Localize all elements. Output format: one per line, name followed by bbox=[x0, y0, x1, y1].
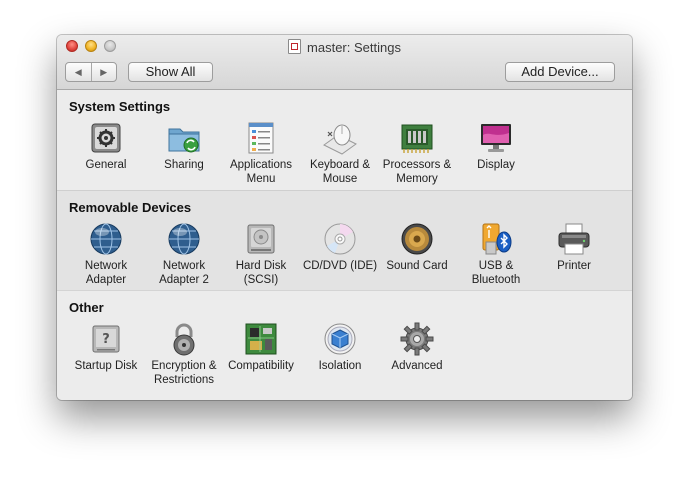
removable-devices-section: Removable Devices Network Adapter Networ… bbox=[57, 190, 632, 291]
compatibility-icon bbox=[245, 323, 277, 355]
window-title: master: Settings bbox=[57, 39, 632, 55]
printer-item[interactable]: Printer bbox=[535, 222, 613, 273]
encryption-restrictions-item[interactable]: Encryption & Restrictions bbox=[145, 322, 223, 387]
item-label: Keyboard & Mouse bbox=[309, 159, 371, 185]
cd-dvd-icon bbox=[324, 223, 356, 255]
isolation-item[interactable]: Isolation bbox=[301, 322, 379, 373]
sharing-item[interactable]: Sharing bbox=[145, 121, 223, 172]
startup-disk-icon: ? bbox=[92, 325, 120, 353]
display-icon bbox=[481, 124, 511, 152]
item-label: Processors & Memory bbox=[382, 159, 452, 185]
startup-disk-item[interactable]: ? Startup Disk bbox=[67, 322, 145, 373]
show-all-button[interactable]: Show All bbox=[128, 62, 213, 82]
window-title-text: master: Settings bbox=[307, 40, 401, 55]
cd-dvd-item[interactable]: CD/DVD (IDE) bbox=[301, 222, 379, 273]
display-item[interactable]: Display bbox=[457, 121, 535, 172]
item-label: USB & Bluetooth bbox=[471, 260, 521, 286]
item-label: Sharing bbox=[164, 159, 204, 171]
item-label: Printer bbox=[557, 260, 591, 272]
gear-icon bbox=[400, 322, 434, 356]
network-adapter-icon bbox=[168, 223, 200, 255]
applications-menu-icon bbox=[248, 122, 274, 154]
system-settings-section: System Settings General Sharing Applicat… bbox=[57, 90, 632, 190]
section-title: System Settings bbox=[69, 99, 171, 114]
usb-bluetooth-item[interactable]: USB & Bluetooth bbox=[457, 222, 535, 287]
item-label: Hard Disk (SCSI) bbox=[235, 260, 287, 286]
network-adapter-icon bbox=[90, 223, 122, 255]
item-label: Advanced bbox=[391, 360, 443, 372]
applications-menu-item[interactable]: Applications Menu bbox=[222, 121, 300, 186]
item-label: Applications Menu bbox=[229, 159, 292, 185]
general-icon bbox=[91, 123, 121, 153]
item-label: Isolation bbox=[318, 360, 362, 372]
sound-card-icon bbox=[401, 223, 433, 255]
vm-config-icon bbox=[288, 39, 302, 54]
hard-disk-icon bbox=[247, 224, 275, 254]
item-label: CD/DVD (IDE) bbox=[302, 260, 378, 272]
item-label: Display bbox=[477, 159, 515, 171]
svg-text:?: ? bbox=[102, 332, 110, 347]
keyboard-mouse-item[interactable]: Keyboard & Mouse bbox=[301, 121, 379, 186]
isolation-icon bbox=[324, 323, 356, 355]
back-forward-control: ◀ ▶ bbox=[65, 62, 117, 82]
sound-card-item[interactable]: Sound Card bbox=[378, 222, 456, 273]
printer-icon bbox=[558, 223, 590, 255]
window-toolbar: master: Settings ◀ ▶ Show All Add Device… bbox=[57, 35, 632, 90]
settings-window: master: Settings ◀ ▶ Show All Add Device… bbox=[57, 35, 632, 400]
section-title: Removable Devices bbox=[69, 200, 192, 215]
item-label: Encryption & Restrictions bbox=[151, 360, 217, 386]
add-device-button[interactable]: Add Device... bbox=[505, 62, 615, 82]
forward-button[interactable]: ▶ bbox=[90, 63, 117, 81]
item-label: Network Adapter 2 bbox=[159, 260, 209, 286]
network-adapter-2-item[interactable]: Network Adapter 2 bbox=[145, 222, 223, 287]
item-label: Startup Disk bbox=[74, 360, 138, 372]
processors-memory-icon bbox=[401, 124, 433, 153]
back-button[interactable]: ◀ bbox=[66, 63, 91, 81]
advanced-item[interactable]: Advanced bbox=[378, 322, 456, 373]
item-label: Network Adapter bbox=[84, 260, 128, 286]
general-item[interactable]: General bbox=[67, 121, 145, 172]
network-adapter-item[interactable]: Network Adapter bbox=[67, 222, 145, 287]
compatibility-item[interactable]: Compatibility bbox=[222, 322, 300, 373]
other-section: Other ? Startup Disk Encryption & Restri… bbox=[57, 290, 632, 400]
keyboard-mouse-icon bbox=[323, 124, 357, 155]
section-title: Other bbox=[69, 300, 104, 315]
lock-icon bbox=[173, 323, 195, 356]
hard-disk-item[interactable]: Hard Disk (SCSI) bbox=[222, 222, 300, 287]
usb-bluetooth-icon bbox=[482, 223, 512, 255]
item-label: General bbox=[85, 159, 127, 171]
processors-memory-item[interactable]: Processors & Memory bbox=[378, 121, 456, 186]
item-label: Compatibility bbox=[228, 360, 294, 372]
item-label: Sound Card bbox=[386, 260, 448, 272]
sharing-icon bbox=[168, 128, 200, 153]
